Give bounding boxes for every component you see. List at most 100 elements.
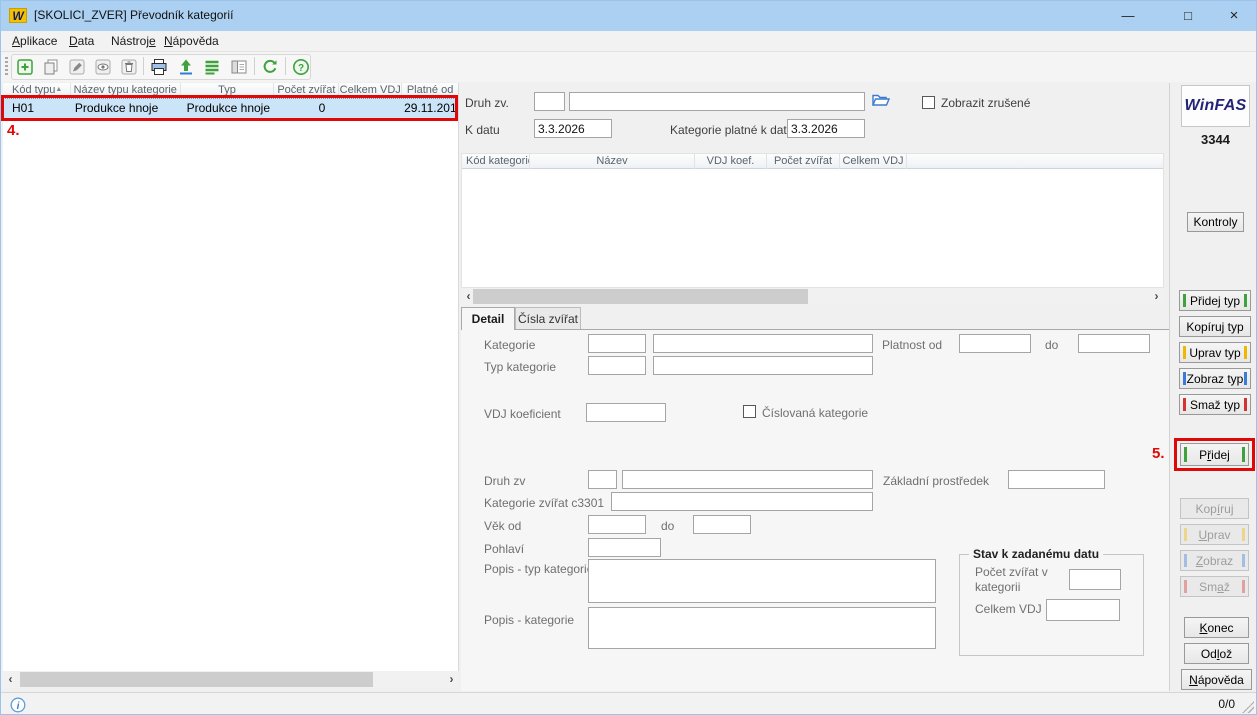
col-kod-kategorie[interactable]: Kód kategorie▲ [462, 154, 530, 169]
druh-zv-detail-code-input[interactable] [588, 470, 617, 489]
menu-napoveda[interactable]: Nápověda [160, 34, 223, 48]
tab-detail[interactable]: Detail [461, 307, 515, 330]
popis-typ-label: Popis - typ kategorie [484, 562, 593, 576]
view-icon[interactable] [92, 56, 114, 78]
cislovana-kategorie-checkbox[interactable] [743, 405, 756, 418]
button-label: Kopíruj typ [1186, 320, 1243, 334]
close-button[interactable]: × [1211, 1, 1257, 31]
help-icon[interactable]: ? [290, 56, 312, 78]
zobraz-typ-button[interactable]: Zobraz typ [1179, 368, 1251, 389]
vek-od-input[interactable] [588, 515, 646, 534]
add-icon[interactable] [14, 56, 36, 78]
copy-icon[interactable] [40, 56, 62, 78]
smaz-typ-button[interactable]: Smaž typ [1179, 394, 1251, 415]
col-kod-typu[interactable]: Kód typu▲ [3, 83, 71, 98]
kategorie-code-input[interactable] [588, 334, 646, 353]
popis-kategorie-label: Popis - kategorie [484, 613, 574, 627]
accent-bar [1184, 447, 1187, 462]
col-nazev[interactable]: Název [530, 154, 695, 169]
edit-icon[interactable] [66, 56, 88, 78]
list-icon[interactable] [201, 56, 223, 78]
zakladni-prostredek-input[interactable] [1008, 470, 1105, 489]
toolbar-separator [143, 57, 144, 75]
scroll-right-icon[interactable]: › [1149, 288, 1164, 305]
vdj-koeficient-input[interactable] [586, 403, 666, 422]
typ-kategorie-name-input[interactable] [653, 356, 873, 375]
popis-kategorie-textarea[interactable] [588, 607, 936, 649]
kopiruj-typ-button[interactable]: Kopíruj typ [1179, 316, 1251, 337]
print-icon[interactable] [148, 56, 170, 78]
col-nazev-typu[interactable]: Název typu kategorie [71, 83, 181, 98]
scroll-thumb[interactable] [20, 672, 373, 687]
menu-aplikace[interactable]: Aplikace [8, 34, 61, 48]
kategorie-platne-input[interactable] [787, 119, 865, 138]
button-label: Zobraz typ [1187, 372, 1244, 386]
zobrazit-zrusene-checkbox[interactable] [922, 96, 935, 109]
celkem-vdj-input[interactable] [1046, 599, 1120, 621]
folder-open-icon[interactable] [870, 91, 892, 112]
col-celkem-vdj[interactable]: Celkem VDJ [339, 83, 402, 98]
platnost-do-input[interactable] [1078, 334, 1150, 353]
vek-do-input[interactable] [693, 515, 751, 534]
smaz-button[interactable]: Smaž [1180, 576, 1249, 597]
kategorie-name-input[interactable] [653, 334, 873, 353]
tab-cisla-zvirat[interactable]: Čísla zvířat [515, 307, 581, 330]
pridej-typ-button[interactable]: Přidej typ [1179, 290, 1251, 311]
accent-bar [1244, 372, 1247, 385]
zakladni-prostredek-label: Základní prostředek [883, 474, 989, 488]
minimize-button[interactable]: — [1105, 1, 1151, 31]
delete-icon[interactable] [118, 56, 140, 78]
pocet-zvirat-kategorii-input[interactable] [1069, 569, 1121, 590]
col-typ[interactable]: Typ [181, 83, 275, 98]
menu-data[interactable]: Data [65, 34, 98, 48]
col-celkem-vdj2[interactable]: Celkem VDJ [840, 154, 907, 169]
columns-icon[interactable] [228, 56, 250, 78]
window-number: 3344 [1181, 132, 1250, 147]
col-pocet-zvirat2[interactable]: Počet zvířat [767, 154, 840, 169]
uprav-button[interactable]: Uprav [1180, 524, 1249, 545]
refresh-icon[interactable] [259, 56, 281, 78]
uprav-typ-button[interactable]: Uprav typ [1179, 342, 1251, 363]
sort-asc-icon: ▲ [55, 86, 62, 93]
vek-do-label: do [661, 519, 674, 533]
druh-zv-code-input[interactable] [534, 92, 565, 111]
menu-label: Data [69, 34, 94, 48]
scroll-right-icon[interactable]: › [444, 671, 459, 688]
k-datu-input[interactable] [534, 119, 612, 138]
left-hscrollbar[interactable]: ‹ › [3, 671, 459, 688]
pridej-button[interactable]: Přidej [1180, 443, 1249, 466]
maximize-button[interactable]: □ [1165, 1, 1211, 31]
kategorie-zvirat-input[interactable] [611, 492, 873, 511]
popis-typ-textarea[interactable] [588, 559, 936, 603]
button-label: Uprav typ [1189, 346, 1240, 360]
napoveda-button[interactable]: Nápověda [1181, 669, 1252, 690]
category-table: Kód kategorie▲ Název VDJ koef. Počet zví… [461, 153, 1164, 288]
menu-nastroje[interactable]: Nástroje [107, 34, 160, 48]
pohlavi-input[interactable] [588, 538, 661, 557]
accent-bar [1242, 554, 1245, 567]
kopiruj-button[interactable]: Kopíruj [1180, 498, 1249, 519]
odloz-button[interactable]: Odlož [1184, 643, 1249, 664]
resize-grip[interactable] [1242, 701, 1254, 713]
druh-zv-name-input[interactable] [569, 92, 865, 111]
konec-button[interactable]: Konec [1184, 617, 1249, 638]
scroll-thumb[interactable] [473, 289, 808, 304]
cell-pocet: 0 [274, 99, 339, 119]
cell-platne-od: 29.11.201 [402, 99, 458, 119]
table-row-selected[interactable]: H01 Produkce hnoje Produkce hnoje 0 29.1… [3, 98, 458, 118]
kontroly-button[interactable]: Kontroly [1187, 212, 1244, 232]
zobraz-button[interactable]: Zobraz [1180, 550, 1249, 571]
export-icon[interactable] [175, 56, 197, 78]
category-hscrollbar[interactable]: ‹ › [461, 288, 1164, 305]
col-vdj-koef[interactable]: VDJ koef. [695, 154, 767, 169]
info-icon: i [10, 697, 26, 715]
platnost-od-input[interactable] [959, 334, 1031, 353]
typ-kategorie-code-input[interactable] [588, 356, 646, 375]
col-pocet-zvirat[interactable]: Počet zvířat [274, 83, 339, 98]
toolbar-grip[interactable] [5, 57, 8, 77]
scroll-left-icon[interactable]: ‹ [3, 671, 18, 688]
winfas-logo: WinFAS [1181, 85, 1250, 127]
druh-zv-detail-name-input[interactable] [622, 470, 873, 489]
col-platne-od[interactable]: Platné od [402, 83, 458, 98]
type-table-panel: Kód typu▲ Název typu kategorie Typ Počet… [3, 83, 459, 671]
